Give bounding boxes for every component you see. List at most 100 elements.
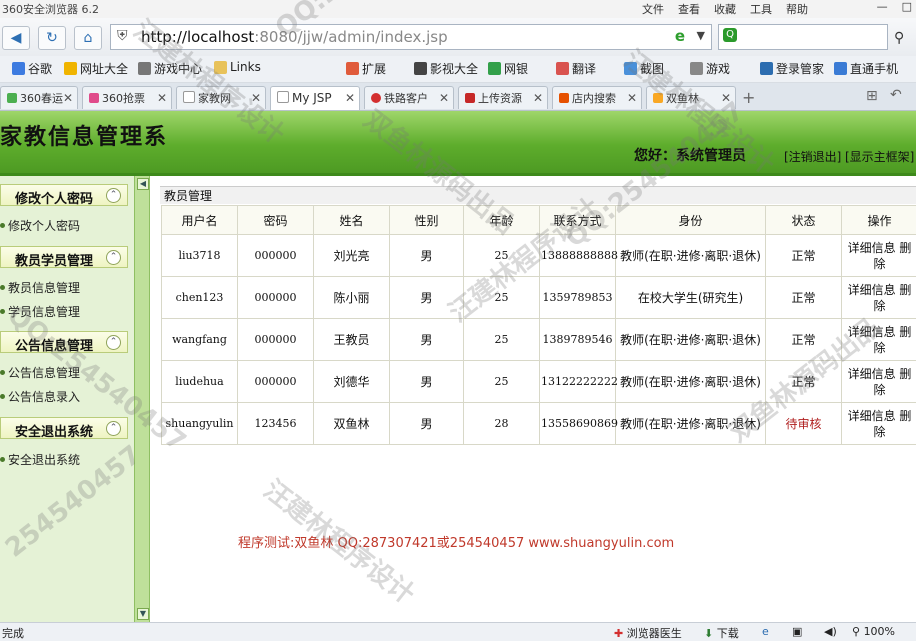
close-icon[interactable]: ✕ bbox=[157, 87, 167, 109]
tab-6[interactable]: 上传资源✕ bbox=[458, 86, 548, 109]
cell-name: 陈小丽 bbox=[314, 277, 390, 319]
search-input[interactable]: Q bbox=[718, 24, 888, 50]
tab-4[interactable]: My JSP✕ bbox=[270, 86, 360, 110]
volume-icon[interactable]: ◀) bbox=[824, 625, 837, 638]
close-icon[interactable]: ✕ bbox=[439, 87, 449, 109]
tab-3[interactable]: 家教网✕ bbox=[176, 86, 266, 109]
sidebar-section-password[interactable]: 修改个人密码⌃ bbox=[0, 184, 128, 206]
doctor-icon: ✚ bbox=[614, 627, 623, 640]
tab-site-icon bbox=[371, 93, 381, 103]
sidebar-section-logout[interactable]: 安全退出系统⌃ bbox=[0, 417, 128, 439]
search-icon[interactable]: ⚲ bbox=[894, 30, 904, 46]
ext-games[interactable]: 游戏 bbox=[690, 60, 730, 77]
sidebar-item-notice-manage[interactable]: 公告信息管理 bbox=[0, 364, 80, 381]
sidebar-item-notice-add[interactable]: 公告信息录入 bbox=[0, 388, 80, 405]
cell-password: 000000 bbox=[238, 361, 314, 403]
search-engine-icon[interactable]: Q bbox=[723, 28, 737, 42]
refresh-button[interactable]: ↻ bbox=[38, 26, 66, 50]
cell-gender: 男 bbox=[390, 319, 464, 361]
cell-actions[interactable]: 详细信息 删除 bbox=[842, 361, 916, 403]
cell-password: 000000 bbox=[238, 277, 314, 319]
bookmark-hao[interactable]: 网址大全 bbox=[64, 60, 128, 77]
menu-tools[interactable]: 工具 bbox=[750, 1, 772, 17]
sidebar-section-notice[interactable]: 公告信息管理⌃ bbox=[0, 331, 128, 353]
cell-actions[interactable]: 详细信息 删除 bbox=[842, 319, 916, 361]
tab-8[interactable]: 双鱼林✕ bbox=[646, 86, 736, 109]
tab-7[interactable]: 店内搜索✕ bbox=[552, 86, 642, 109]
sidebar: 修改个人密码⌃ 修改个人密码 教员学员管理⌃ 教员信息管理 学员信息管理 公告信… bbox=[0, 176, 134, 622]
tab-1[interactable]: 360春运✕ bbox=[0, 86, 78, 109]
frame-splitter[interactable]: ◀ ▼ bbox=[134, 176, 150, 622]
cell-actions[interactable]: 详细信息 删除 bbox=[842, 235, 916, 277]
sidebar-item-student-manage[interactable]: 学员信息管理 bbox=[0, 303, 80, 320]
close-icon[interactable]: ✕ bbox=[627, 87, 637, 109]
show-frame-link[interactable]: [显示主框架] bbox=[845, 148, 914, 165]
hao-icon bbox=[64, 62, 77, 75]
scroll-down-icon[interactable]: ▼ bbox=[137, 608, 149, 620]
ext-screenshot[interactable]: 截图 bbox=[624, 60, 664, 77]
ie-mode-icon[interactable]: e bbox=[675, 27, 685, 45]
table-row: liudehua 000000 刘德华 男 25 13122222222 教师(… bbox=[162, 361, 916, 403]
ext-video[interactable]: 影视大全 bbox=[414, 60, 478, 77]
restore-tab-icon[interactable]: ⊞ bbox=[866, 88, 878, 104]
menu-help[interactable]: 帮助 bbox=[786, 1, 808, 17]
bookmark-bar: 谷歌 网址大全 游戏中心 Links 扩展 影视大全 网银 翻译 截图 游戏 登… bbox=[0, 56, 916, 83]
download-button[interactable]: ⬇ 下载 bbox=[704, 625, 739, 641]
zoom-button[interactable]: ⚲ 100% bbox=[852, 625, 895, 638]
system-title: 家教信息管理系 bbox=[0, 119, 168, 151]
url-input[interactable]: ⛨ http://localhost:8080/jjw/admin/index.… bbox=[110, 24, 712, 50]
collapse-icon[interactable]: ⌃ bbox=[106, 335, 121, 350]
table-row: chen123 000000 陈小丽 男 25 1359789853 在校大学生… bbox=[162, 277, 916, 319]
ext-translate[interactable]: 翻译 bbox=[556, 60, 596, 77]
menu-view[interactable]: 查看 bbox=[678, 1, 700, 17]
logout-link[interactable]: [注销退出] bbox=[784, 148, 841, 165]
collapse-icon[interactable]: ⌃ bbox=[106, 188, 121, 203]
tab-5[interactable]: 铁路客户✕ bbox=[364, 86, 454, 109]
bookmark-google[interactable]: 谷歌 bbox=[12, 60, 52, 77]
url-dropdown-icon[interactable]: ▼ bbox=[697, 29, 705, 42]
menu-file[interactable]: 文件 bbox=[642, 1, 664, 17]
sidebar-item-teacher-manage[interactable]: 教员信息管理 bbox=[0, 279, 80, 296]
cell-contact: 13558690869 bbox=[540, 403, 616, 445]
sidebar-item-logout[interactable]: 安全退出系统 bbox=[0, 451, 80, 468]
maximize-icon[interactable]: □ bbox=[902, 0, 912, 13]
collapse-icon[interactable]: ⌃ bbox=[106, 250, 121, 265]
sidebar-section-teacher-student[interactable]: 教员学员管理⌃ bbox=[0, 246, 128, 268]
bookmark-links[interactable]: Links bbox=[214, 60, 261, 74]
tab-2[interactable]: 360抢票✕ bbox=[82, 86, 172, 109]
cell-actions[interactable]: 详细信息 删除 bbox=[842, 403, 916, 445]
collapse-icon[interactable]: ⌃ bbox=[106, 421, 121, 436]
google-icon bbox=[12, 62, 25, 75]
bookmark-games[interactable]: 游戏中心 bbox=[138, 60, 202, 77]
close-icon[interactable]: ✕ bbox=[533, 87, 543, 109]
undo-close-icon[interactable]: ↶ bbox=[890, 87, 902, 103]
home-button[interactable]: ⌂ bbox=[74, 26, 102, 50]
close-icon[interactable]: ✕ bbox=[251, 87, 261, 109]
col-username: 用户名 bbox=[162, 206, 238, 235]
close-icon[interactable]: ✕ bbox=[345, 87, 355, 110]
new-tab-icon[interactable]: + bbox=[742, 88, 755, 107]
ext-bank[interactable]: 网银 bbox=[488, 60, 528, 77]
extension-icon bbox=[346, 62, 359, 75]
back-button[interactable]: ◀ bbox=[2, 26, 30, 50]
window-icon[interactable]: ▣ bbox=[792, 625, 802, 638]
back-arrow-icon: ◀ bbox=[11, 30, 22, 46]
cell-contact: 13888888888 bbox=[540, 235, 616, 277]
menu-favorites[interactable]: 收藏 bbox=[714, 1, 736, 17]
close-icon[interactable]: ✕ bbox=[721, 87, 731, 109]
close-icon[interactable]: ✕ bbox=[63, 87, 73, 109]
ext-menu[interactable]: 扩展 bbox=[346, 60, 386, 77]
cell-identity: 在校大学生(研究生) bbox=[616, 277, 766, 319]
folder-icon bbox=[214, 61, 227, 74]
minimize-icon[interactable]: — bbox=[877, 0, 888, 13]
ext-phone[interactable]: 直通手机 bbox=[834, 60, 898, 77]
sidebar-item-change-password[interactable]: 修改个人密码 bbox=[0, 217, 80, 234]
download-icon: ⬇ bbox=[704, 627, 713, 640]
cell-gender: 男 bbox=[390, 235, 464, 277]
collapse-left-icon[interactable]: ◀ bbox=[137, 178, 149, 190]
cell-actions[interactable]: 详细信息 删除 bbox=[842, 277, 916, 319]
ext-password[interactable]: 登录管家 bbox=[760, 60, 824, 77]
table-header-row: 用户名 密码 姓名 性别 年龄 联系方式 身份 状态 操作 bbox=[162, 206, 916, 235]
doctor-button[interactable]: ✚ 浏览器医生 bbox=[614, 625, 682, 641]
ie-icon[interactable]: e bbox=[762, 625, 769, 638]
